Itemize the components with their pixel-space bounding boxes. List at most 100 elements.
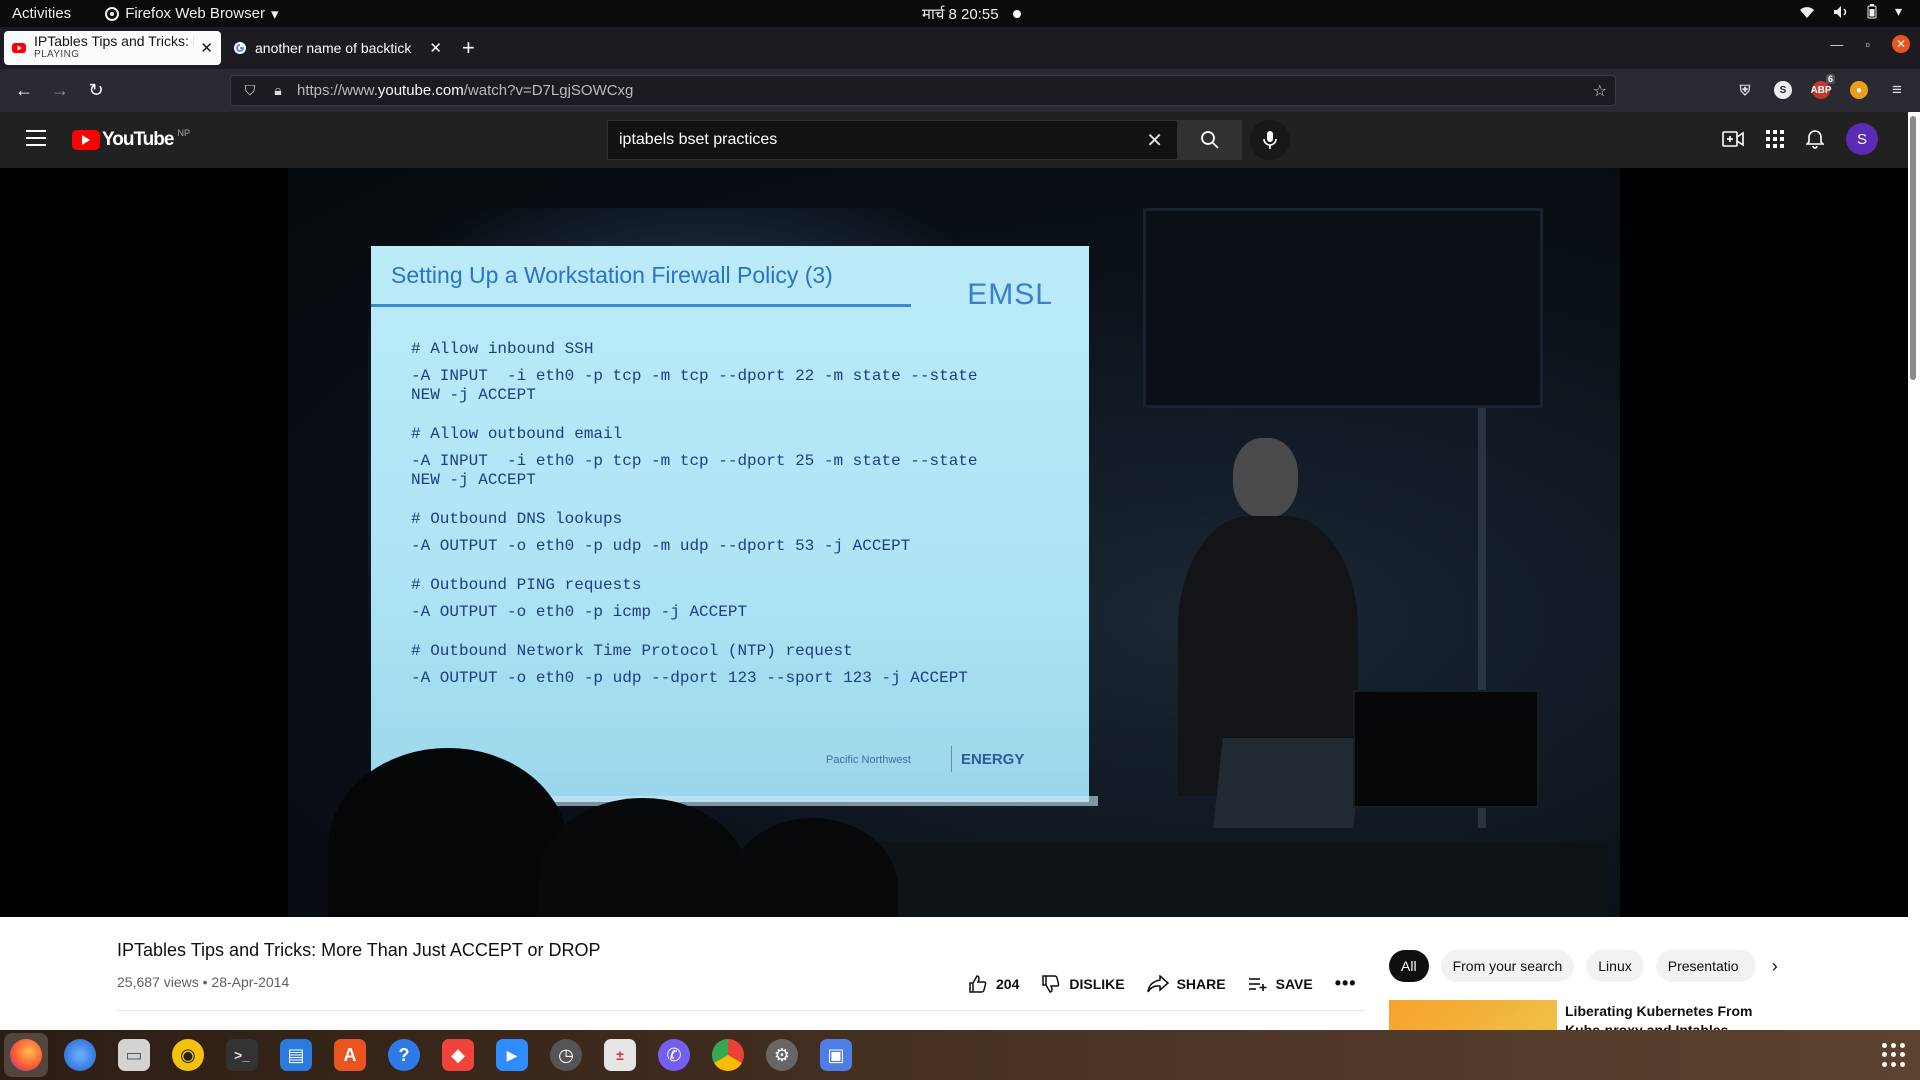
new-tab-plus-icon[interactable]: + — [462, 35, 475, 61]
dock-screenshot[interactable]: ▣ — [814, 1033, 858, 1077]
tab-backtick[interactable]: another name of backtick ✕ — [225, 31, 450, 65]
extension-orange-icon[interactable]: ● — [1850, 81, 1868, 99]
notifications-bell-icon[interactable] — [1806, 129, 1824, 149]
chip-presentation[interactable]: Presentatio — [1655, 950, 1756, 982]
chip-linux[interactable]: Linux — [1586, 950, 1644, 982]
add-to-playlist-icon — [1248, 977, 1267, 991]
dock-clocks[interactable]: ◷ — [544, 1033, 588, 1077]
system-menu-caret-icon: ▾ — [1894, 3, 1902, 19]
dock-terminal[interactable]: >_ — [220, 1033, 264, 1077]
show-applications-icon[interactable] — [1882, 1043, 1906, 1067]
laptop — [1213, 738, 1363, 828]
tab-iptables[interactable]: IPTables Tips and Tricks: M PLAYING ✕ — [4, 31, 221, 65]
dock-files[interactable]: ▭ — [112, 1033, 156, 1077]
bookmark-star-icon[interactable]: ☆ — [1593, 81, 1607, 101]
page-scrollbar[interactable] — [1908, 112, 1920, 1030]
apps-grid-icon[interactable] — [1766, 130, 1784, 148]
desk — [848, 842, 1608, 917]
projected-slide: Setting Up a Workstation Firewall Policy… — [371, 246, 1089, 802]
dislike-button[interactable]: DISLIKE — [1041, 974, 1125, 994]
dock-rhythmbox[interactable]: ◉ — [166, 1033, 210, 1077]
activities-button[interactable]: Activities — [12, 5, 71, 22]
pocket-icon[interactable]: ⛨ — [1736, 81, 1754, 99]
youtube-logo[interactable]: YouTube NP — [72, 128, 190, 151]
forward-arrow-icon[interactable]: → — [48, 80, 72, 101]
chip-from-your-search[interactable]: From your search — [1440, 950, 1575, 982]
like-count: 204 — [996, 975, 1020, 992]
divider — [117, 1010, 1365, 1011]
system-tray[interactable]: ▾ — [1799, 3, 1902, 20]
back-arrow-icon[interactable]: ← — [12, 80, 36, 101]
search-button[interactable] — [1178, 120, 1242, 160]
video-frame[interactable]: Setting Up a Workstation Firewall Policy… — [288, 168, 1620, 917]
slide-rule-line: -A OUTPUT -o eth0 -p udp --dport 123 --s… — [411, 669, 968, 687]
monitor — [1353, 690, 1539, 808]
dock-writer[interactable]: ▤ — [274, 1033, 318, 1077]
system-top-bar: Activities Firefox Web Browser ▾ मार्च 8… — [0, 0, 1920, 27]
dock-chrome[interactable] — [706, 1033, 750, 1077]
clock-icon: ◷ — [550, 1039, 582, 1071]
slide-title-rule — [371, 304, 911, 307]
country-code: NP — [177, 128, 190, 138]
video-actions: 204 DISLIKE SHARE SAVE ••• — [968, 973, 1357, 994]
audience-head — [728, 818, 898, 917]
restore-icon[interactable]: ▫ — [1865, 37, 1870, 52]
dock-calculator[interactable]: ± — [598, 1033, 642, 1077]
nav-toolbar: ← → ↻ ⛉ 🔒︎ https://www.youtube.com/watch… — [0, 69, 1920, 112]
adblock-icon[interactable]: ABP 6 — [1810, 74, 1835, 99]
firefox-icon — [10, 1039, 42, 1071]
share-button[interactable]: SHARE — [1146, 974, 1226, 993]
save-button[interactable]: SAVE — [1248, 976, 1313, 992]
dock-firefox[interactable] — [4, 1033, 48, 1077]
screenshot-icon: ▣ — [820, 1039, 852, 1071]
audience-head — [538, 798, 748, 917]
scrollbar-thumb[interactable] — [1910, 116, 1916, 380]
search-box[interactable]: iptabels bset practices ✕ — [607, 120, 1178, 160]
clear-search-icon[interactable]: ✕ — [1146, 128, 1163, 153]
app-menu[interactable]: Firefox Web Browser ▾ — [105, 5, 278, 23]
search-input[interactable]: iptabels bset practices — [619, 131, 1146, 149]
account-extension-icon[interactable]: S — [1774, 81, 1792, 99]
more-actions-icon[interactable]: ••• — [1335, 973, 1357, 994]
avatar[interactable]: S — [1846, 123, 1878, 155]
tab-close-icon[interactable]: ✕ — [200, 39, 213, 57]
slide-footer-energy: ENERGY — [961, 751, 1025, 768]
video-player[interactable]: Setting Up a Workstation Firewall Policy… — [0, 168, 1908, 917]
dock-help[interactable]: ? — [382, 1033, 426, 1077]
hamburger-menu-icon[interactable]: ≡ — [1888, 80, 1906, 99]
watch-info: IPTables Tips and Tricks: More Than Just… — [0, 917, 1908, 1040]
slide-comment: # Allow outbound email — [411, 425, 623, 443]
voice-search-button[interactable] — [1250, 120, 1290, 160]
thumbs-down-icon — [1042, 974, 1060, 993]
tracking-shield-icon[interactable]: ⛉ — [241, 82, 259, 99]
url-text: https://www.youtube.com/watch?v=D7LgjSOW… — [297, 82, 634, 99]
search-icon — [1201, 131, 1219, 149]
tab-close-icon[interactable]: ✕ — [429, 39, 442, 57]
dock-anydesk[interactable]: ◆ — [436, 1033, 480, 1077]
youtube-wordmark: YouTube — [102, 129, 174, 150]
dock-software[interactable]: A — [328, 1033, 372, 1077]
caret-down-icon: ▾ — [270, 5, 279, 23]
reload-icon[interactable]: ↻ — [84, 80, 108, 101]
dock-settings[interactable]: ⚙ — [760, 1033, 804, 1077]
toolbar-extensions: ⛨ S ABP 6 ● ≡ — [1736, 74, 1906, 99]
dock-zoom[interactable]: ▶ — [490, 1033, 534, 1077]
chevron-right-icon[interactable]: › — [1772, 956, 1778, 977]
like-button[interactable]: 204 — [968, 974, 1019, 994]
slide-rule-line: NEW -j ACCEPT — [411, 386, 536, 404]
slide-comment: # Allow inbound SSH — [411, 340, 594, 358]
dock-viber[interactable]: ✆ — [652, 1033, 696, 1077]
url-bar[interactable]: ⛉ 🔒︎ https://www.youtube.com/watch?v=D7L… — [230, 75, 1616, 106]
guide-menu-icon[interactable] — [26, 130, 46, 151]
clock-text: मार्च 8 20:55 — [922, 6, 999, 23]
chip-all[interactable]: All — [1389, 950, 1429, 982]
lock-icon[interactable]: 🔒︎ — [269, 82, 287, 99]
youtube-play-icon — [72, 130, 100, 150]
create-video-icon[interactable] — [1722, 130, 1744, 148]
clock[interactable]: मार्च 8 20:55 — [922, 4, 1021, 24]
share-label: SHARE — [1176, 975, 1226, 992]
minimize-icon[interactable]: — — [1830, 37, 1843, 52]
window-close-icon[interactable]: ✕ — [1892, 35, 1910, 53]
youtube-header: YouTube NP iptabels bset practices ✕ S — [0, 112, 1908, 168]
dock-thunderbird[interactable] — [58, 1033, 102, 1077]
